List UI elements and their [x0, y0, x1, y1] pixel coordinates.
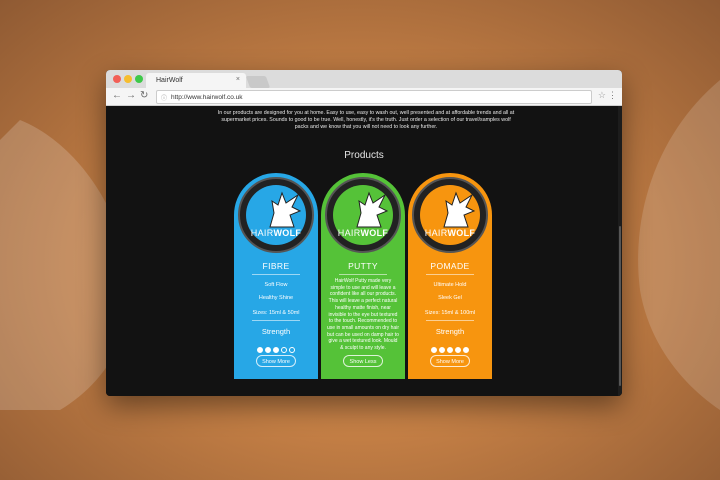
- product-sizes: Sizes: 15ml & 50ml: [252, 310, 300, 316]
- product-hold: Ultimate Hold: [433, 282, 467, 288]
- strength-dot: [439, 347, 445, 353]
- browser-toolbar: ← → ↻ ⓘ http://www.hairwolf.co.uk ☆ ⋮: [106, 88, 622, 106]
- reload-icon[interactable]: ↻: [140, 90, 148, 101]
- product-logo-badge: HAIRWOLF: [325, 177, 401, 253]
- browser-window: HairWolf × ← → ↻ ⓘ http://www.hairwolf.c…: [106, 70, 622, 396]
- wolf-icon: [356, 191, 389, 228]
- tab-title: HairWolf: [156, 77, 183, 84]
- strength-dot: [281, 347, 287, 353]
- wolf-icon: [443, 191, 476, 228]
- close-window-button[interactable]: [113, 75, 121, 83]
- back-arrow-icon[interactable]: ←: [112, 90, 122, 101]
- strength-dot: [273, 347, 279, 353]
- new-tab-button[interactable]: [245, 76, 271, 88]
- product-logo-badge: HAIRWOLF: [412, 177, 488, 253]
- logo-text: HAIRWOLF: [337, 228, 389, 238]
- strength-dot: [265, 347, 271, 353]
- strength-dot: [289, 347, 295, 353]
- product-name: POMADE: [430, 261, 470, 271]
- browser-menu-icon[interactable]: ⋮: [608, 90, 617, 101]
- show-more-button[interactable]: Show More: [430, 355, 470, 367]
- product-logo: HAIRWOLF: [333, 185, 393, 245]
- product-finish: Sleek Gel: [438, 295, 462, 301]
- show-more-button[interactable]: Show More: [256, 355, 296, 367]
- divider: [426, 274, 474, 275]
- product-card-fibre: HAIRWOLF FIBRE Soft Flow Healthy Shine S…: [234, 173, 318, 379]
- product-logo: HAIRWOLF: [246, 185, 306, 245]
- product-logo-badge: HAIRWOLF: [238, 177, 314, 253]
- browser-titlebar: HairWolf ×: [106, 70, 622, 88]
- strength-dot: [463, 347, 469, 353]
- product-hold: Soft Flow: [264, 282, 288, 288]
- product-sizes: Sizes: 15ml & 100ml: [424, 310, 476, 316]
- forward-arrow-icon[interactable]: →: [126, 90, 136, 101]
- strength-dot: [447, 347, 453, 353]
- strength-dot: [455, 347, 461, 353]
- show-less-button[interactable]: Show Less: [343, 355, 383, 367]
- product-finish: Healthy Shine: [258, 295, 294, 301]
- strength-label: Strength: [261, 327, 291, 336]
- product-card-putty: HAIRWOLF PUTTY HairWolf Putty made very …: [321, 173, 405, 379]
- divider: [426, 320, 474, 321]
- bookmark-star-icon[interactable]: ☆: [598, 90, 606, 101]
- page-info-icon: ⓘ: [161, 95, 168, 102]
- divider: [252, 320, 300, 321]
- strength-dot: [431, 347, 437, 353]
- page-content: In our products are designed for you at …: [106, 106, 622, 396]
- product-card-pomade: HAIRWOLF POMADE Ultimate Hold Sleek Gel …: [408, 173, 492, 379]
- product-name: FIBRE: [262, 261, 290, 271]
- tab-close-icon[interactable]: ×: [236, 76, 240, 83]
- url-text: http://www.hairwolf.co.uk: [171, 93, 243, 101]
- strength-dot: [257, 347, 263, 353]
- product-name: PUTTY: [348, 261, 378, 271]
- scrollbar[interactable]: [618, 106, 622, 396]
- section-title: Products: [344, 150, 384, 161]
- browser-tab[interactable]: HairWolf ×: [146, 73, 246, 88]
- scrollbar-thumb[interactable]: [619, 226, 621, 386]
- divider: [252, 274, 300, 275]
- address-bar[interactable]: ⓘ http://www.hairwolf.co.uk: [156, 90, 592, 104]
- intro-text: In our products are designed for you at …: [217, 110, 515, 130]
- strength-label: Strength: [435, 327, 465, 336]
- divider: [339, 274, 387, 275]
- logo-text: HAIRWOLF: [424, 228, 476, 238]
- wolf-icon: [269, 191, 302, 228]
- logo-text: HAIRWOLF: [250, 228, 302, 238]
- maximize-window-button[interactable]: [135, 75, 143, 83]
- minimize-window-button[interactable]: [124, 75, 132, 83]
- product-description: HairWolf Putty made very simple to use a…: [327, 278, 399, 352]
- product-logo: HAIRWOLF: [420, 185, 480, 245]
